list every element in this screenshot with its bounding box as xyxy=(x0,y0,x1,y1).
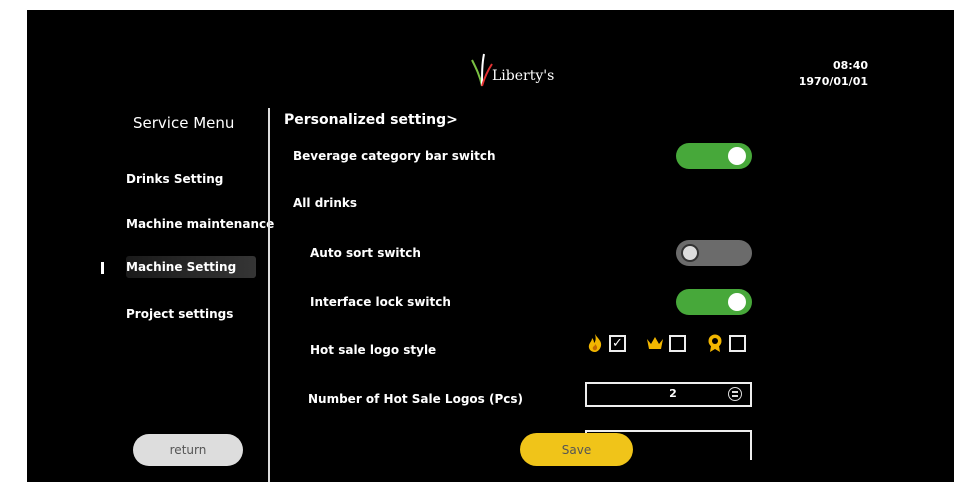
leaf-icon xyxy=(471,53,493,87)
hot-sale-option-badge[interactable] xyxy=(705,333,746,353)
sidebar-item-project-settings[interactable]: Project settings xyxy=(126,303,233,325)
clock: 08:40 1970/01/01 xyxy=(787,58,868,90)
brand-logo: Liberty's xyxy=(470,52,610,92)
return-button[interactable]: return xyxy=(133,434,243,466)
toggle-knob xyxy=(681,244,699,262)
menu-title: Service Menu xyxy=(133,114,235,132)
interface-lock-label: Interface lock switch xyxy=(310,295,451,309)
brand-name: Liberty's xyxy=(492,68,555,84)
auto-sort-label: Auto sort switch xyxy=(310,246,421,260)
service-screen: Liberty's 08:40 1970/01/01 Service Menu … xyxy=(27,10,954,482)
auto-sort-toggle[interactable] xyxy=(676,240,752,266)
sidebar-item-drinks-setting[interactable]: Drinks Setting xyxy=(126,168,223,190)
badge-icon xyxy=(708,334,722,352)
badge-checkbox[interactable] xyxy=(729,334,746,352)
toggle-knob xyxy=(728,147,746,165)
sidebar-item-machine-setting[interactable]: Machine Setting xyxy=(126,256,256,278)
save-button[interactable]: Save xyxy=(520,433,633,466)
flame-checkbox[interactable]: ✓ xyxy=(609,334,626,352)
flame-icon xyxy=(588,334,602,352)
hot-sale-count-label: Number of Hot Sale Logos (Pcs) xyxy=(308,392,523,406)
toggle-knob xyxy=(728,293,746,311)
hot-sale-option-flame[interactable]: ✓ xyxy=(585,333,626,353)
crown-checkbox[interactable] xyxy=(669,334,686,352)
interface-lock-toggle[interactable] xyxy=(676,289,752,315)
menu-icon[interactable] xyxy=(728,387,742,401)
section-title: Personalized setting> xyxy=(284,112,458,128)
crown-icon xyxy=(647,337,663,349)
all-drinks-label: All drinks xyxy=(293,196,357,210)
sidebar-item-machine-maintenance[interactable]: Machine maintenance xyxy=(126,213,274,235)
clock-time: 08:40 xyxy=(832,59,868,72)
hot-sale-count-field[interactable]: 2 xyxy=(585,382,752,407)
sidebar-divider xyxy=(268,108,270,482)
hot-sale-style-label: Hot sale logo style xyxy=(310,343,437,357)
beverage-bar-label: Beverage category bar switch xyxy=(293,149,496,163)
active-indicator xyxy=(101,262,104,274)
clock-date: 1970/01/01 xyxy=(798,75,868,88)
beverage-bar-toggle[interactable] xyxy=(676,143,752,169)
hot-sale-option-crown[interactable] xyxy=(645,333,686,353)
